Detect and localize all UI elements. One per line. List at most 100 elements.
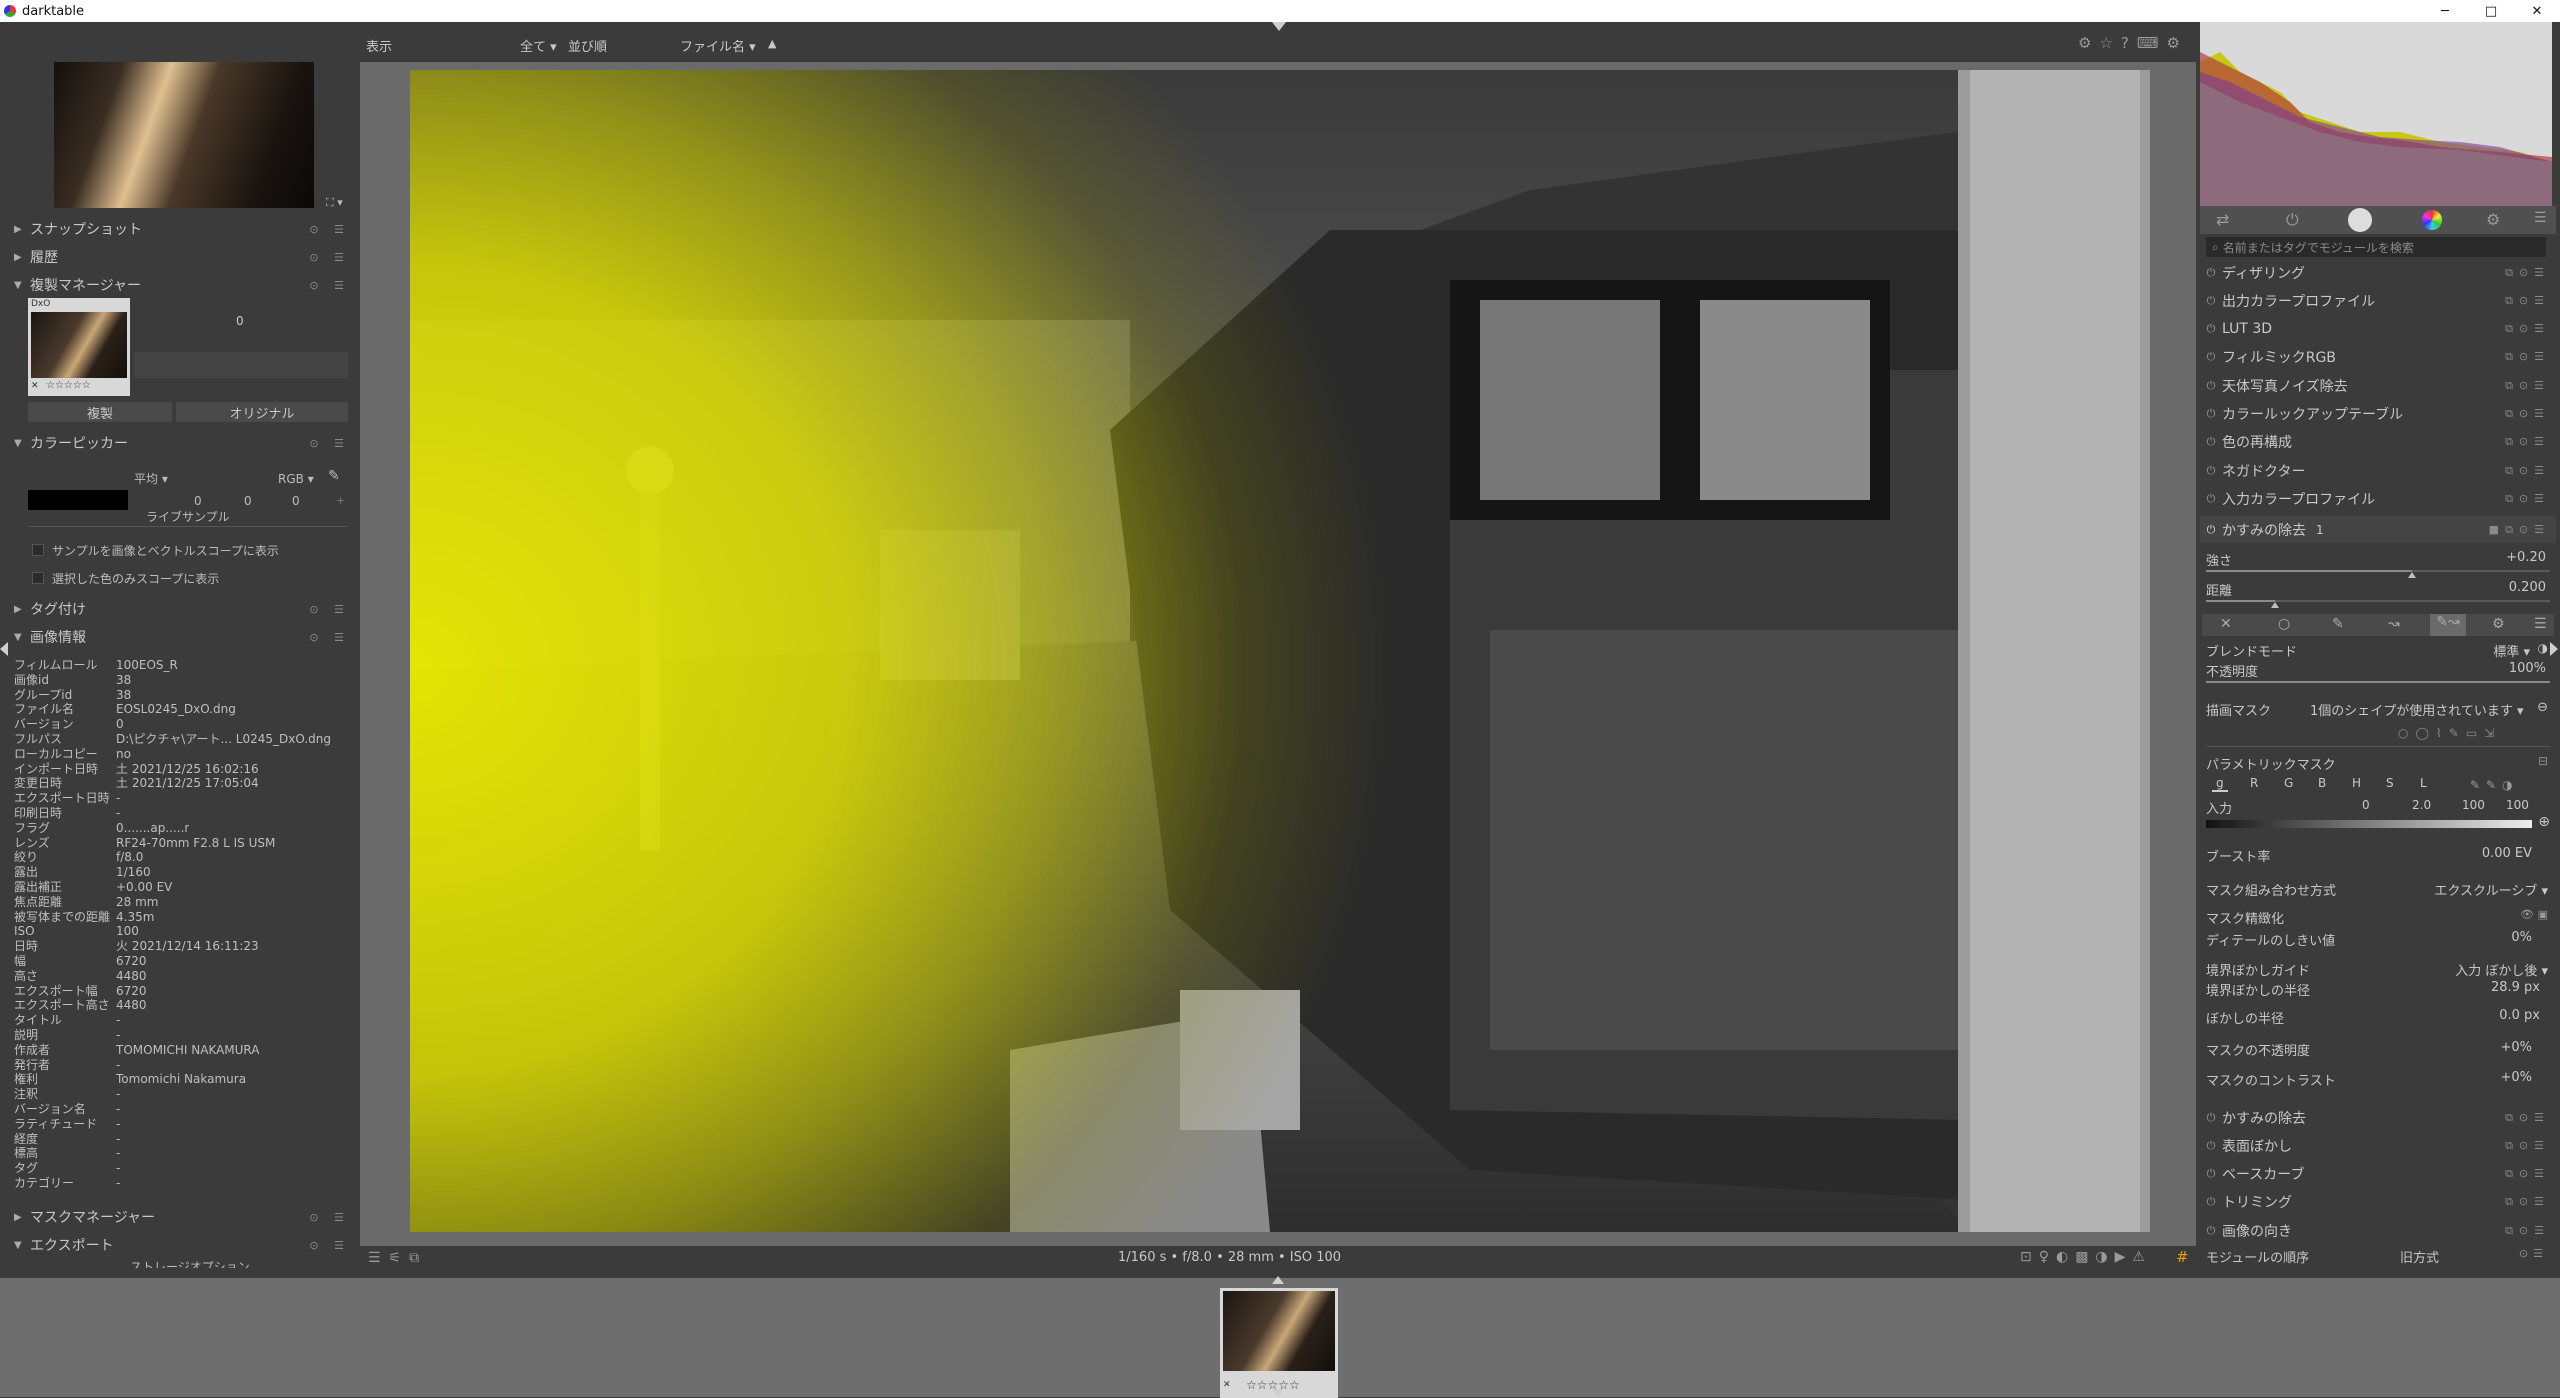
section-mask-manager[interactable]: ▶ マスクマネージャー ⊙ ☰ [14,1206,354,1228]
module-row[interactable]: ⏻ カラールックアップテーブル ⧉⊙☰ [2200,401,2556,428]
section-color-picker[interactable]: ▼ カラーピッカー ⊙ ☰ [14,432,354,454]
blend-uniform-icon[interactable]: ○ [2278,616,2290,632]
module-header-icons[interactable]: ⧉⊙☰ [2505,294,2550,308]
collapse-filmstrip-up-icon[interactable] [1272,1276,1284,1284]
channel-tab[interactable]: H [2352,776,2361,790]
input-range-slider[interactable]: 入力 0 2.0 100 100 ⊕ [2206,798,2550,834]
channel-picker-icons[interactable]: ✎✎◑ [2470,778,2519,792]
power-icon[interactable]: ⏻ [2200,407,2222,421]
duplicate-button[interactable]: 複製 [28,402,172,422]
module-header-icons[interactable]: ⧉⊙☰ [2505,1111,2550,1125]
drawn-mask-polarity-icon[interactable]: ⊖ [2537,700,2548,715]
boost-slider[interactable]: ブースト率 0.00 EV [2206,846,2550,872]
filmstrip-thumbnail[interactable]: ✕ ☆☆☆☆☆ [1220,1288,1338,1398]
show-mask-icon[interactable]: 👁 ▣ [2520,908,2548,921]
tab-active-modules[interactable]: ⇄ [2216,210,2229,229]
collapse-top-arrow-icon[interactable] [1272,22,1286,31]
module-header-icons[interactable]: ■⧉⊙☰ [2489,523,2550,537]
image-canvas[interactable] [360,62,2196,1246]
section-export[interactable]: ▼ エクスポート ⊙ ☰ [14,1234,354,1256]
tab-color-modules[interactable] [2422,210,2442,230]
eyedropper-icon[interactable]: ✎ [328,468,340,484]
original-button[interactable]: オリジナル [176,402,348,422]
sort-direction-icon[interactable]: ▲ [768,37,776,50]
channel-tab[interactable]: S [2386,776,2394,790]
module-row[interactable]: ⏻ LUT 3D ⧉⊙☰ [2200,316,2556,343]
maximize-button[interactable]: □ [2468,0,2514,22]
blend-off-icon[interactable]: ✕ [2220,616,2232,632]
blend-parametric-icon[interactable]: ↝ [2388,616,2400,632]
collapse-bottom-arrow-icon[interactable] [1272,1389,1284,1397]
module-header-icons[interactable]: ⧉⊙☰ [2505,379,2550,393]
section-reset-preset-icon[interactable]: ⊙ ☰ [309,279,350,292]
shape-tools-icons[interactable]: ○◯⌇✎▭⇲ [2398,726,2501,740]
collapse-left-arrow-icon[interactable] [0,642,8,656]
layout-toggle-icons[interactable]: ☰⚟⧉ [368,1250,427,1266]
slider-handle[interactable] [2270,602,2279,608]
power-icon[interactable]: ⏻ [2200,523,2222,537]
power-icon[interactable]: ⏻ [2200,266,2222,280]
module-row[interactable]: ⏻ ベースカーブ ⧉⊙☰ [2200,1161,2556,1188]
module-row[interactable]: ⏻ かすみの除去 ⧉⊙☰ [2200,1104,2556,1131]
sort-dropdown[interactable]: ファイル名 ▾ [680,36,756,55]
module-row[interactable]: ⏻ 出力カラープロファイル ⧉⊙☰ [2200,287,2556,314]
edited-photo[interactable] [410,70,2150,1232]
slider-handle[interactable] [2408,572,2417,578]
power-icon[interactable]: ⏻ [2200,322,2222,336]
module-header-icons[interactable]: ⧉⊙☰ [2505,1167,2550,1181]
drawn-mask-row[interactable]: 描画マスク 1個のシェイプが使用されています ▾ ⊖ [2206,700,2550,720]
module-row[interactable]: ⏻ 表面ぼかし ⧉⊙☰ [2200,1132,2556,1159]
section-snapshots[interactable]: ▶ スナップショット ⊙ ☰ [14,218,354,240]
reject-icon[interactable]: ✕ [1223,1380,1231,1390]
power-icon[interactable]: ⏻ [2200,1111,2222,1125]
channel-tab[interactable]: B [2318,776,2326,790]
section-reset-preset-icon[interactable]: ⊙ ☰ [309,437,350,450]
power-icon[interactable]: ⏻ [2200,1195,2222,1209]
module-row[interactable]: ⏻ 天体写真ノイズ除去 ⧉⊙☰ [2200,372,2556,399]
blend-polarity-icon[interactable]: ◑ [2538,641,2548,655]
module-header-icons[interactable]: ⧉⊙☰ [2505,492,2550,506]
strength-slider[interactable]: 強さ +0.20 [2206,550,2550,578]
duplicate-thumbnail[interactable]: DxO ✕ ☆☆☆☆☆ [28,298,130,396]
module-header-icons[interactable]: ⧉⊙☰ [2505,1195,2550,1209]
section-reset-preset-icon[interactable]: ⊙ ☰ [309,1239,350,1252]
minimize-button[interactable]: ─ [2422,0,2468,22]
section-tagging[interactable]: ▶ タグ付け ⊙ ☰ [14,598,354,620]
power-icon[interactable]: ⏻ [2200,492,2222,506]
zoom-fit-icon[interactable]: ⛶ ▾ [326,196,343,210]
section-reset-preset-icon[interactable]: ⊙ ☰ [309,603,350,616]
section-image-info[interactable]: ▼ 画像情報 ⊙ ☰ [14,626,354,648]
module-row[interactable]: ⏻ 入力カラープロファイル ⧉⊙☰ [2200,485,2556,512]
module-header-icons[interactable]: ⧉⊙☰ [2505,435,2550,449]
power-icon[interactable]: ⏻ [2200,1139,2222,1153]
tab-presets-menu[interactable]: ☰ [2534,210,2547,226]
channel-tab[interactable]: g [2212,776,2228,792]
tab-base-modules[interactable]: ⏻ [2286,210,2299,230]
tab-tone-modules[interactable] [2348,208,2372,232]
guides-icon[interactable]: # [2176,1248,2189,1266]
module-haze-removal-1[interactable]: ⏻ かすみの除去 1 ■⧉⊙☰ [2200,516,2556,543]
distance-slider[interactable]: 距離 0.200 [2206,580,2550,608]
module-header-icons[interactable]: ⧉⊙☰ [2505,1139,2550,1153]
channel-tab[interactable]: L [2420,776,2427,790]
bottom-toolbar-icons[interactable]: ⊡♀◐▩◑▶⚠ [2020,1249,2152,1265]
channel-tab[interactable]: R [2250,776,2258,790]
tab-correct-modules[interactable]: ⚙ [2486,210,2500,229]
dup-stars[interactable]: ☆☆☆☆☆ [46,380,91,391]
module-search-input[interactable]: ⌕ 名前またはタグでモジュールを検索 [2206,237,2546,257]
power-icon[interactable]: ⏻ [2200,464,2222,478]
picker-mode[interactable]: 平均 ▾ [134,470,168,487]
close-button[interactable]: ✕ [2514,0,2560,22]
module-row[interactable]: ⏻ フィルミックRGB ⧉⊙☰ [2200,344,2556,371]
show-selected-checkbox[interactable] [32,572,44,584]
collapse-right-arrow-icon[interactable] [2550,642,2558,656]
blur-radius-slider[interactable]: ぼかしの半径 0.0 px [2206,1008,2550,1034]
blend-menu-icon[interactable]: ☰ [2534,616,2547,632]
module-header-icons[interactable]: ⧉⊙☰ [2505,322,2550,336]
opacity-slider[interactable]: 不透明度 100% [2206,661,2550,687]
module-row[interactable]: ⏻ ネガドクター ⧉⊙☰ [2200,457,2556,484]
mask-contrast-slider[interactable]: マスクのコントラスト +0% [2206,1070,2550,1096]
module-order-icons[interactable]: ⊙☰ [2519,1247,2548,1260]
module-header-icons[interactable]: ⧉⊙☰ [2505,266,2550,280]
power-icon[interactable]: ⏻ [2200,294,2222,308]
